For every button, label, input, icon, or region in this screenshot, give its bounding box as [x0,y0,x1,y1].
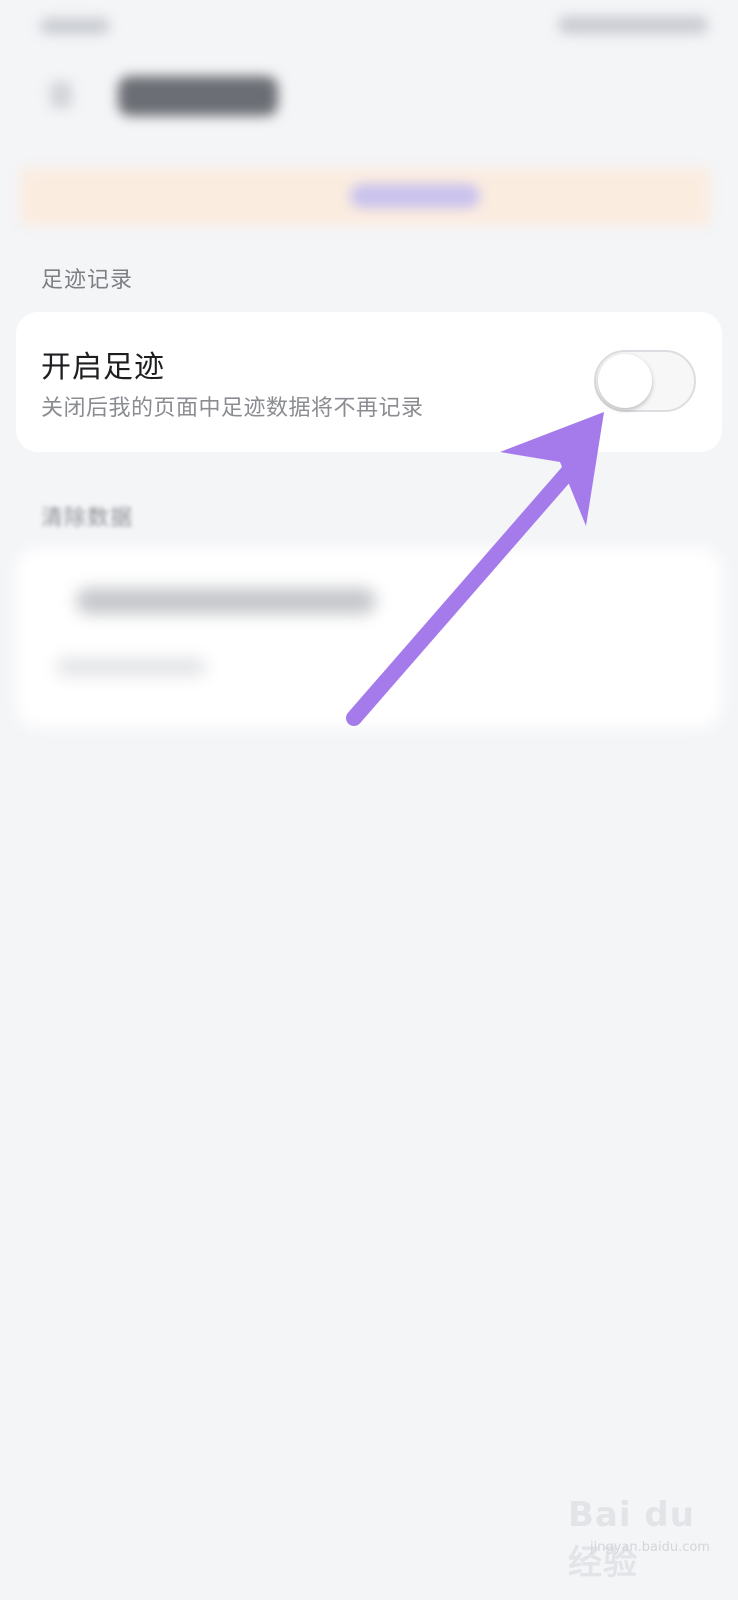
footprint-toggle-description: 关闭后我的页面中足迹数据将不再记录 [41,396,424,421]
section-title-footprint: 足迹记录 [41,268,134,293]
clear-data-card[interactable] [16,548,722,728]
page-title [118,76,278,116]
toggle-knob [598,354,652,408]
clear-data-hint [56,658,206,676]
banner-link[interactable] [350,184,480,208]
blurred-header [0,0,738,240]
clear-data-option [76,588,376,614]
footprint-toggle-switch[interactable] [594,350,696,412]
status-bar-time [40,18,110,34]
section-title-clear-data: 清除数据 [41,506,134,531]
footprint-toggle-label: 开启足迹 [41,350,165,385]
footprint-setting-card: 开启足迹 关闭后我的页面中足迹数据将不再记录 [16,312,722,452]
annotation-arrow [346,412,604,726]
status-bar-icons [558,16,708,34]
back-icon[interactable] [50,82,72,108]
watermark-url: jingyan.baidu.com [590,1540,710,1555]
